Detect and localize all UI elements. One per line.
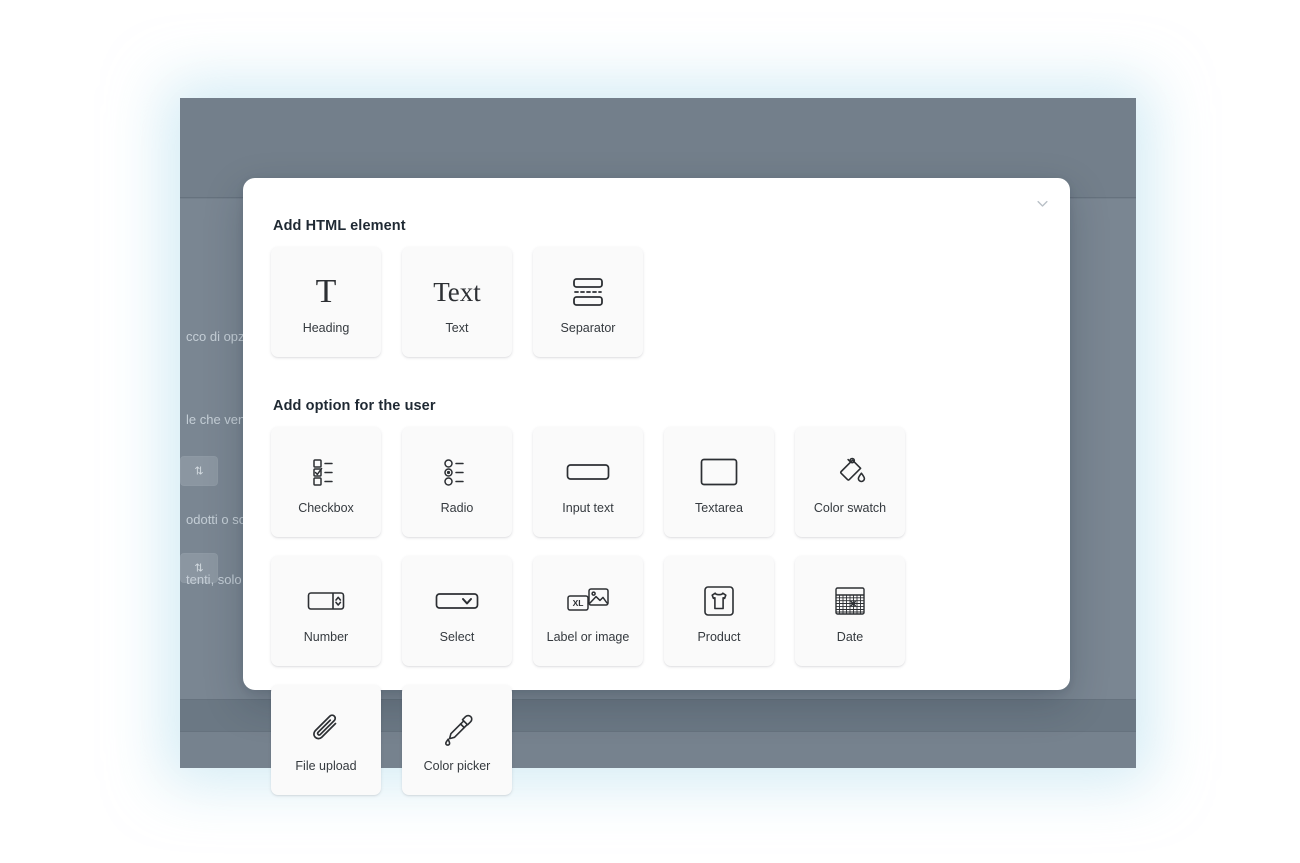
paint-bucket-icon bbox=[833, 449, 867, 495]
card-textarea[interactable]: Textarea bbox=[664, 427, 774, 537]
user-option-card-grid: Checkbox Radio Input text Textarea Color… bbox=[271, 427, 1042, 814]
card-select[interactable]: Select bbox=[402, 556, 512, 666]
card-label-heading: Heading bbox=[302, 321, 350, 335]
background-select-0[interactable] bbox=[180, 456, 218, 486]
card-heading[interactable]: T Heading bbox=[271, 247, 381, 357]
input-text-icon bbox=[566, 449, 610, 495]
card-label-input-text: Input text bbox=[562, 501, 614, 515]
eyedropper-icon bbox=[441, 707, 473, 753]
section-title-user-options: Add option for the user bbox=[273, 398, 436, 414]
chevron-down-icon bbox=[1035, 196, 1050, 211]
textarea-icon bbox=[700, 449, 738, 495]
screen: cco di opzioni le che vengon odotti o so… bbox=[0, 0, 1300, 863]
modal-body: Add HTML element T Heading Text Text Sep… bbox=[243, 178, 1070, 814]
card-input-text[interactable]: Input text bbox=[533, 427, 643, 537]
card-label-date: Date bbox=[836, 630, 864, 644]
card-label-radio: Radio bbox=[440, 501, 474, 515]
card-number[interactable]: Number bbox=[271, 556, 381, 666]
card-radio[interactable]: Radio bbox=[402, 427, 512, 537]
card-label-checkbox: Checkbox bbox=[298, 501, 354, 515]
card-label-label-or-image: Label or image bbox=[546, 630, 630, 644]
card-label-textarea: Textarea bbox=[695, 501, 743, 515]
card-label-color-swatch: Color swatch bbox=[813, 501, 887, 515]
card-color-swatch[interactable]: Color swatch bbox=[795, 427, 905, 537]
section-user-options: Add option for the user Checkbox Radio I… bbox=[271, 398, 1042, 814]
card-file-upload[interactable]: File upload bbox=[271, 685, 381, 795]
card-checkbox[interactable]: Checkbox bbox=[271, 427, 381, 537]
card-label-product: Product bbox=[697, 630, 741, 644]
label-image-icon: XL bbox=[566, 578, 610, 624]
section-html-elements: Add HTML element T Heading Text Text Sep… bbox=[271, 218, 1042, 376]
tshirt-product-icon bbox=[703, 578, 735, 624]
checkbox-list-icon bbox=[311, 449, 341, 495]
card-product[interactable]: Product bbox=[664, 556, 774, 666]
card-color-picker[interactable]: Color picker bbox=[402, 685, 512, 795]
svg-text:XL: XL bbox=[573, 598, 584, 608]
card-label-color-picker: Color picker bbox=[423, 759, 491, 773]
card-label-or-image[interactable]: XL Label or image bbox=[533, 556, 643, 666]
radio-list-icon bbox=[442, 449, 472, 495]
paperclip-icon bbox=[309, 707, 343, 753]
add-element-modal: Add HTML element T Heading Text Text Sep… bbox=[243, 178, 1070, 795]
select-dropdown-icon bbox=[435, 578, 479, 624]
collapse-modal-button[interactable] bbox=[1025, 186, 1059, 220]
card-label-separator: Separator bbox=[560, 321, 616, 335]
card-label-select: Select bbox=[439, 630, 475, 644]
text-icon: Text bbox=[433, 276, 481, 307]
section-title-html-elements: Add HTML element bbox=[273, 218, 406, 234]
html-element-card-grid: T Heading Text Text Separator bbox=[271, 247, 1042, 376]
heading-t-icon: T bbox=[315, 273, 337, 310]
number-stepper-icon bbox=[307, 578, 345, 624]
card-date[interactable]: Date bbox=[795, 556, 905, 666]
card-label-text: Text bbox=[445, 321, 469, 335]
card-text[interactable]: Text Text bbox=[402, 247, 512, 357]
card-label-file-upload: File upload bbox=[295, 759, 357, 773]
calendar-icon bbox=[834, 578, 866, 624]
card-separator[interactable]: Separator bbox=[533, 247, 643, 357]
card-label-number: Number bbox=[303, 630, 349, 644]
separator-icon bbox=[571, 269, 605, 315]
